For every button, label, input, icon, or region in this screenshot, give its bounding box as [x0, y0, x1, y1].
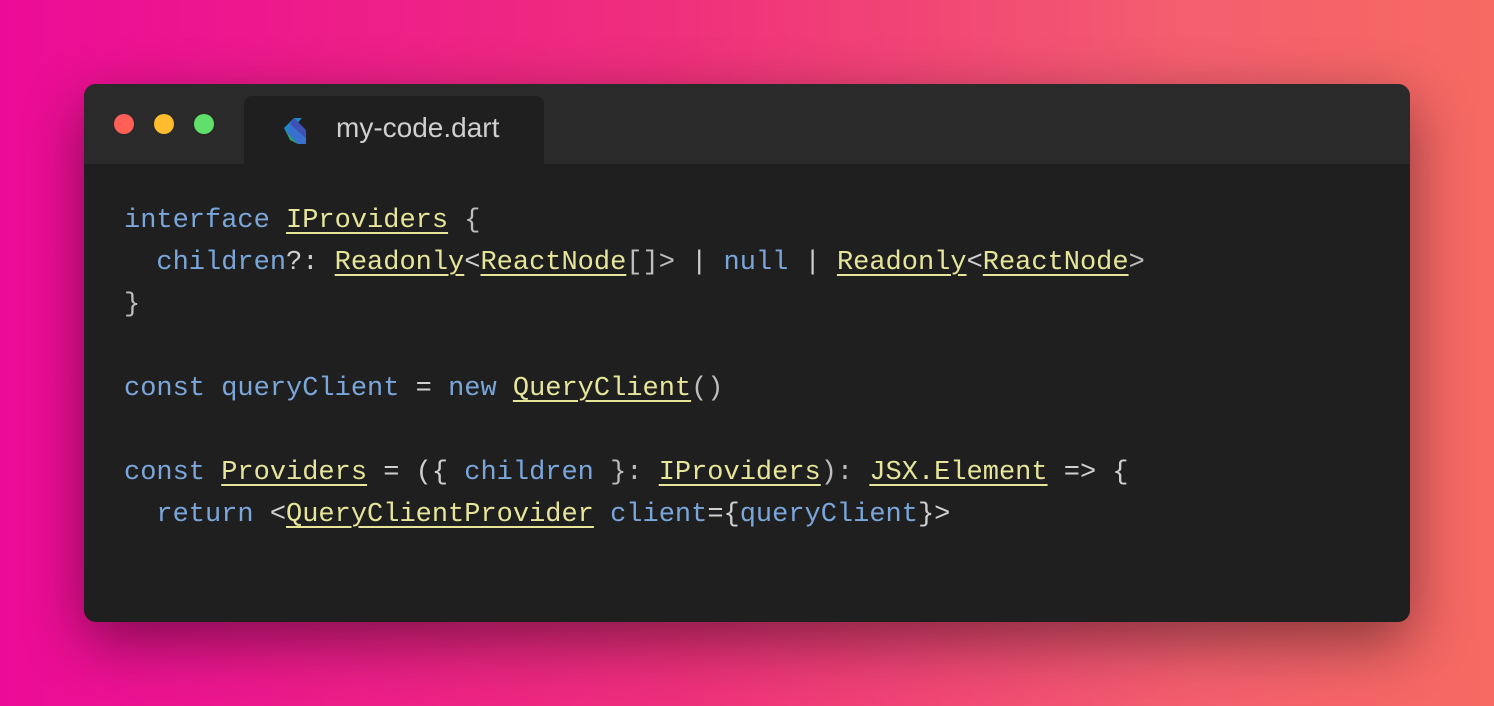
- identifier-token: children: [156, 248, 287, 278]
- identifier-token: queryClient: [221, 374, 400, 404]
- operator-token: |: [691, 248, 708, 278]
- type-token: Readonly: [334, 248, 465, 278]
- code-line: const queryClient = new QueryClient(): [124, 368, 1145, 410]
- operator-token: <: [464, 248, 481, 278]
- tab-label: my-code.dart: [336, 112, 500, 143]
- code-line: const Providers = ({ children }: IProvid…: [124, 452, 1145, 494]
- operator-token: [205, 374, 221, 404]
- punctuation-token: []>: [626, 248, 692, 278]
- type-token: Providers: [221, 458, 368, 488]
- code-editor[interactable]: interface IProviders { children?: Readon…: [124, 200, 1145, 536]
- operator-token: = ({: [367, 458, 465, 488]
- type-token: Readonly: [836, 248, 967, 278]
- code-line: }: [124, 284, 1145, 326]
- operator-token: ?:: [286, 248, 335, 278]
- keyword-token: return: [156, 500, 254, 530]
- identifier-token: client: [610, 500, 708, 530]
- identifier-token: children: [464, 458, 594, 488]
- minimize-button[interactable]: [154, 114, 174, 134]
- operator-token: <: [253, 500, 287, 530]
- tab-my-code-dart[interactable]: my-code.dart: [244, 96, 544, 164]
- operator-token: ={: [707, 500, 740, 530]
- operator-token: => {: [1047, 458, 1129, 488]
- code-line: ​: [124, 410, 1145, 452]
- dart-icon: [280, 114, 312, 146]
- maximize-button[interactable]: [194, 114, 214, 134]
- type-token: JSX.Element: [869, 458, 1048, 488]
- code-line: ​: [124, 326, 1145, 368]
- type-token: IProviders: [286, 206, 449, 236]
- operator-token: |: [804, 248, 821, 278]
- close-button[interactable]: [114, 114, 134, 134]
- operator-token: [788, 248, 804, 278]
- punctuation-token: ):: [820, 458, 870, 488]
- type-token: ReactNode: [982, 248, 1129, 278]
- operator-token: [594, 500, 610, 530]
- operator-token: }>: [917, 500, 951, 530]
- keyword-token: const: [124, 458, 206, 488]
- operator-token: =: [399, 374, 449, 404]
- punctuation-token: >: [1128, 248, 1145, 278]
- punctuation-token: {: [448, 206, 481, 236]
- type-token: ReactNode: [480, 248, 627, 278]
- operator-token: [205, 458, 221, 488]
- operator-token: [497, 374, 513, 404]
- identifier-token: queryClient: [739, 500, 918, 530]
- punctuation-token: }:: [593, 458, 659, 488]
- code-line: children?: Readonly<ReactNode[]> | null …: [124, 242, 1145, 284]
- operator-token: <: [966, 248, 983, 278]
- punctuation-token: }: [124, 290, 141, 320]
- title-bar: my-code.dart: [84, 84, 1410, 164]
- keyword-token: interface: [124, 206, 270, 236]
- operator-token: [821, 248, 837, 278]
- operator-token: [124, 500, 156, 530]
- operator-token: [270, 206, 286, 236]
- operator-token: [124, 248, 156, 278]
- code-window: my-code.dart interface IProviders { chil…: [84, 84, 1410, 622]
- code-line: return <QueryClientProvider client={quer…: [124, 494, 1145, 536]
- type-token: QueryClientProvider: [286, 500, 594, 530]
- operator-token: [707, 248, 723, 278]
- type-token: IProviders: [658, 458, 821, 488]
- type-token: QueryClient: [512, 374, 692, 404]
- code-line: interface IProviders {: [124, 200, 1145, 242]
- punctuation-token: (): [691, 374, 724, 404]
- keyword-token: const: [124, 374, 206, 404]
- keyword-token: null: [723, 248, 789, 278]
- keyword-token: new: [448, 374, 497, 404]
